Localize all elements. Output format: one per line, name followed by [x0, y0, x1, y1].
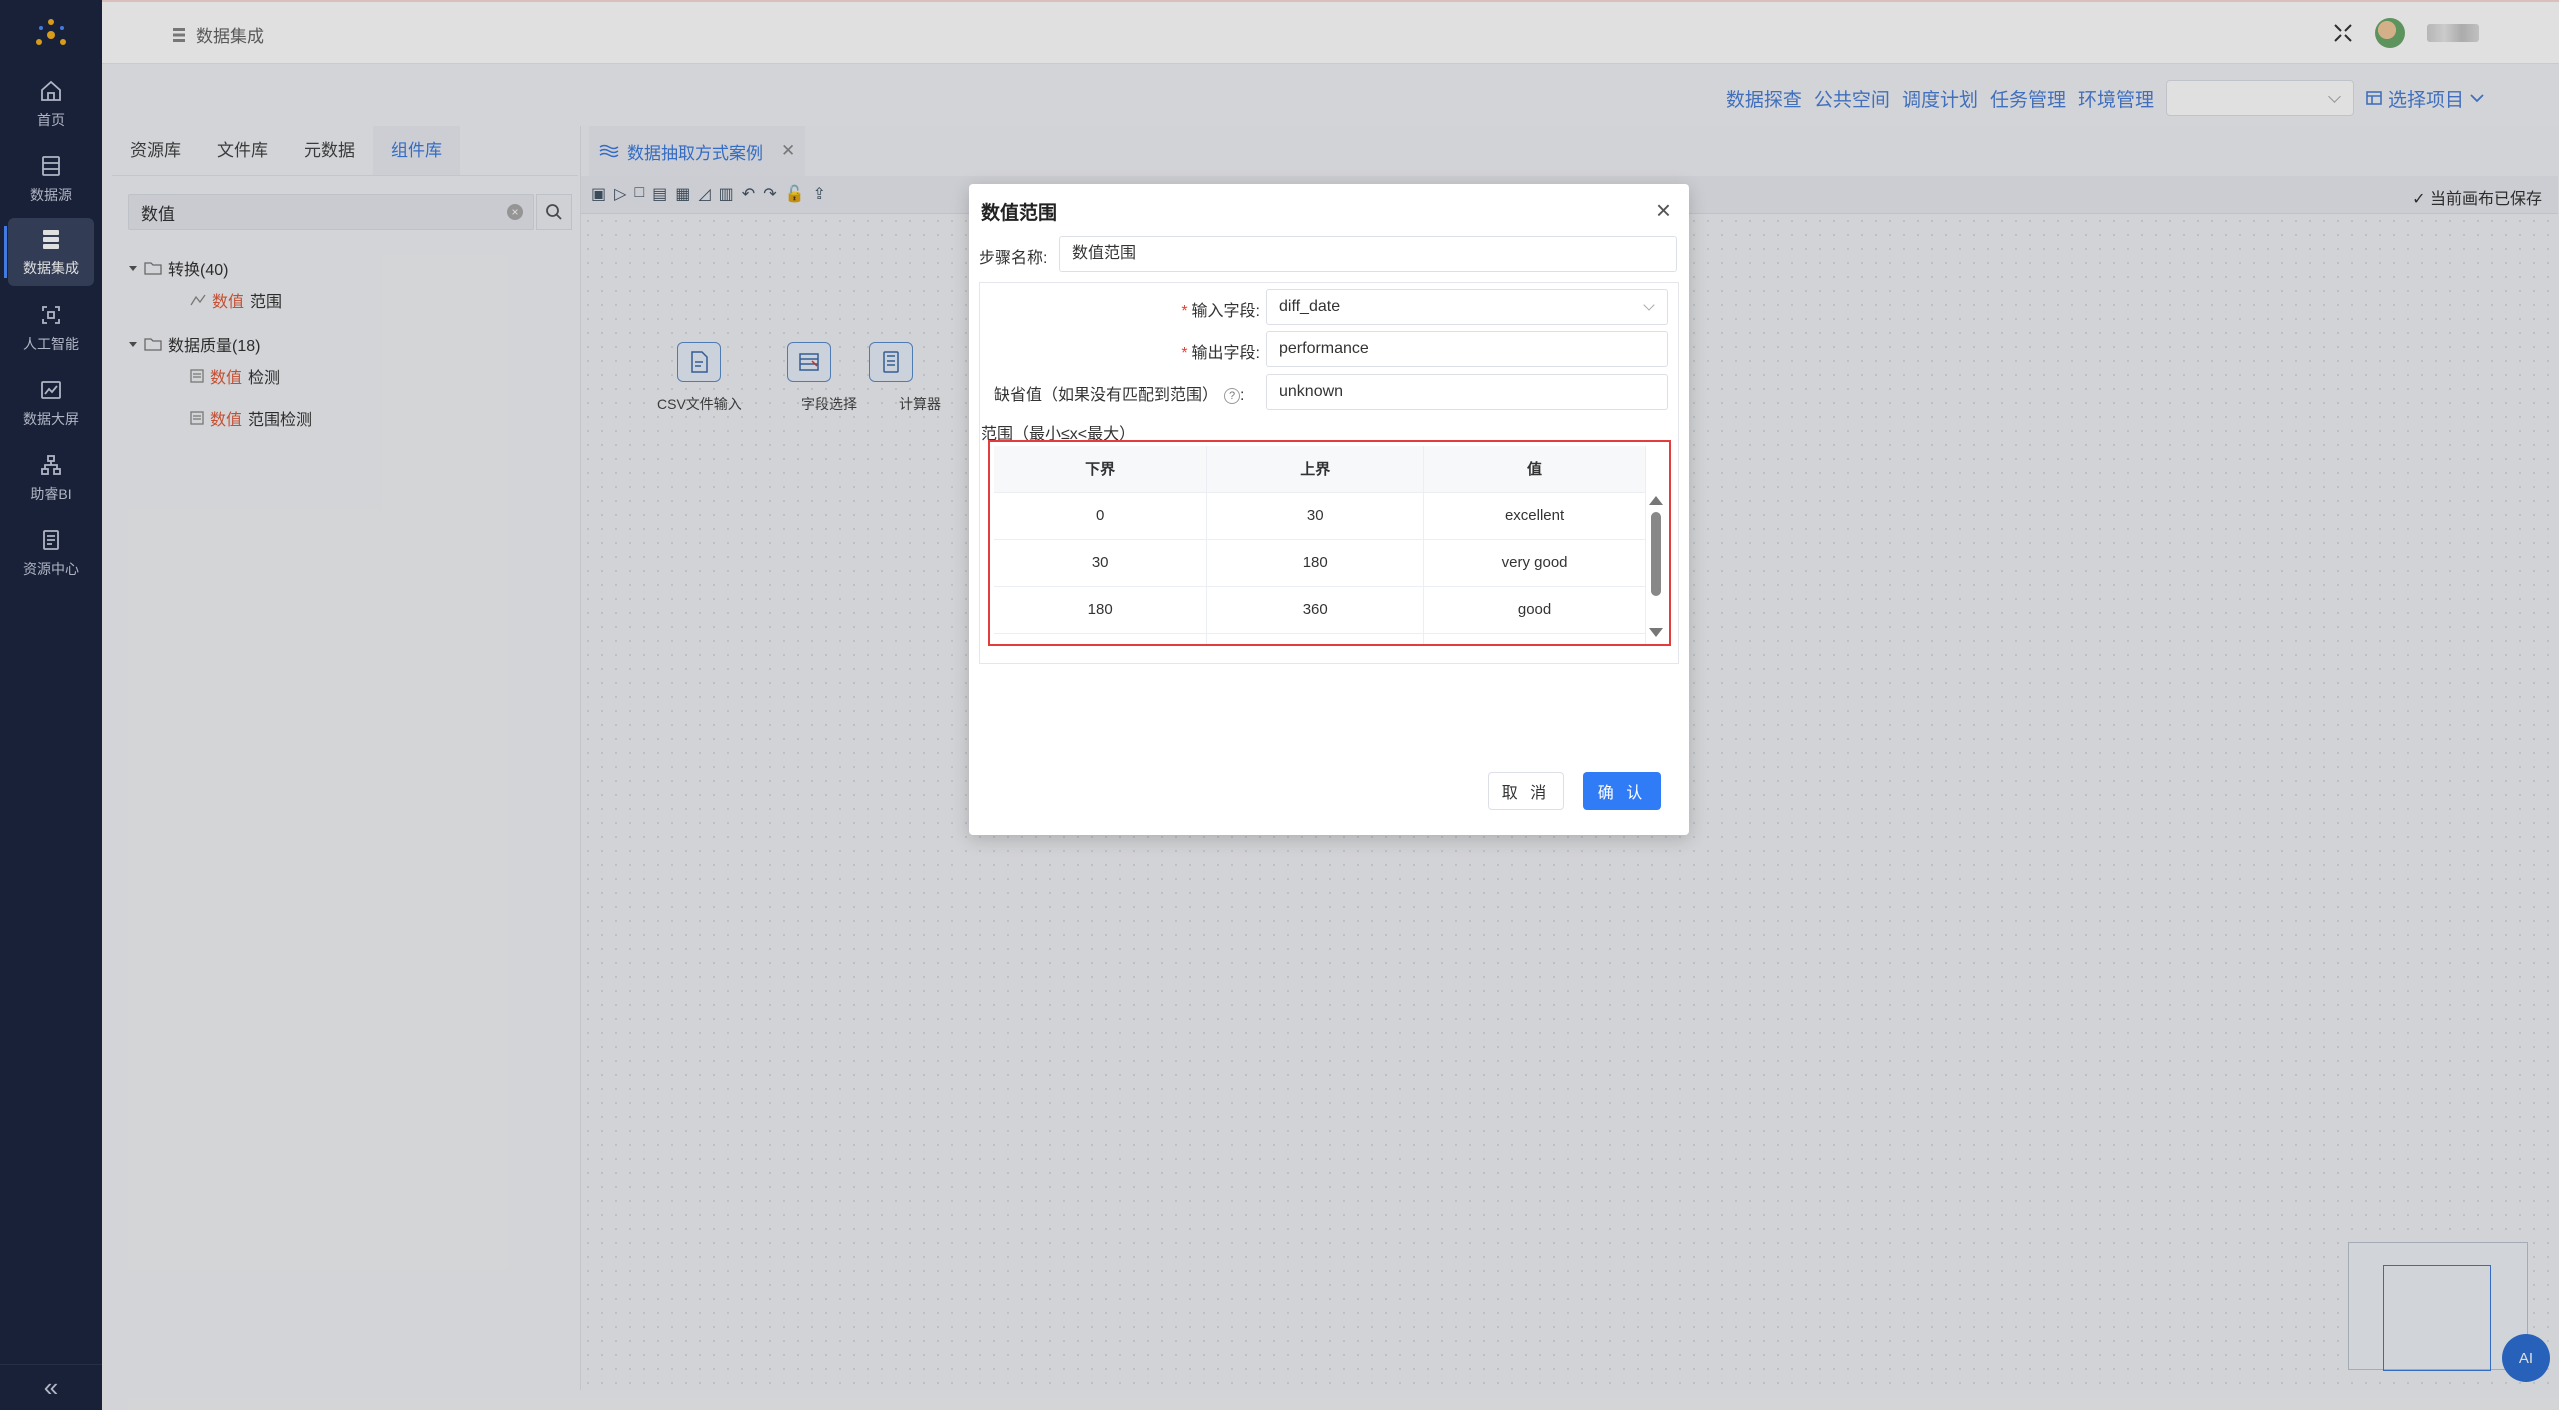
table-row[interactable]: [994, 633, 1646, 644]
scroll-thumb[interactable]: [1651, 512, 1661, 596]
column-header-upper: 上界: [1206, 446, 1425, 493]
help-icon[interactable]: ?: [1224, 387, 1241, 404]
table-scrollbar[interactable]: [1649, 496, 1663, 644]
output-field-input[interactable]: performance: [1266, 331, 1668, 367]
cell-lower[interactable]: 0: [994, 492, 1208, 540]
input-field-label: * 输入字段:: [1181, 303, 1260, 320]
default-value-input[interactable]: unknown: [1266, 374, 1668, 410]
range-table: 下界 上界 值 0 30 excellent 30 180 very good …: [988, 440, 1671, 646]
cell-upper[interactable]: 180: [1206, 539, 1425, 587]
cancel-button[interactable]: 取 消: [1488, 772, 1564, 810]
confirm-button[interactable]: 确 认: [1583, 772, 1661, 810]
required-mark: *: [1181, 303, 1188, 320]
table-row[interactable]: 180 360 good: [994, 586, 1646, 634]
close-icon[interactable]: ×: [1656, 197, 1671, 223]
cell-value[interactable]: good: [1423, 586, 1646, 634]
scroll-down-icon[interactable]: [1649, 628, 1663, 637]
table-header-row: 下界 上界 值: [994, 446, 1646, 493]
output-field-label: * 输出字段:: [1181, 345, 1260, 362]
step-name-input[interactable]: 数值范围: [1059, 236, 1677, 272]
cell-value[interactable]: excellent: [1423, 492, 1646, 540]
range-table-grid: 下界 上界 值 0 30 excellent 30 180 very good …: [994, 446, 1646, 644]
cell-upper[interactable]: 360: [1206, 586, 1425, 634]
dialog-title: 数值范围: [981, 203, 1058, 224]
cell-lower[interactable]: 180: [994, 586, 1208, 634]
table-row[interactable]: 0 30 excellent: [994, 492, 1646, 540]
default-value-label: 缺省值（如果没有匹配到范围）?:: [994, 387, 1245, 404]
cell-lower[interactable]: 30: [994, 539, 1208, 587]
number-range-dialog: 数值范围 × 步骤名称: 数值范围 * 输入字段: diff_date * 输出字段…: [969, 184, 1689, 835]
cell-upper[interactable]: 30: [1206, 492, 1425, 540]
column-header-lower: 下界: [994, 446, 1208, 493]
step-name-label: 步骤名称:: [979, 250, 1048, 267]
input-field-select[interactable]: diff_date: [1266, 289, 1668, 325]
scroll-up-icon[interactable]: [1649, 496, 1663, 505]
cell-value[interactable]: very good: [1423, 539, 1646, 587]
chevron-down-icon: [1643, 299, 1655, 311]
column-header-value: 值: [1423, 446, 1646, 493]
required-mark: *: [1181, 345, 1188, 362]
table-row[interactable]: 30 180 very good: [994, 539, 1646, 587]
